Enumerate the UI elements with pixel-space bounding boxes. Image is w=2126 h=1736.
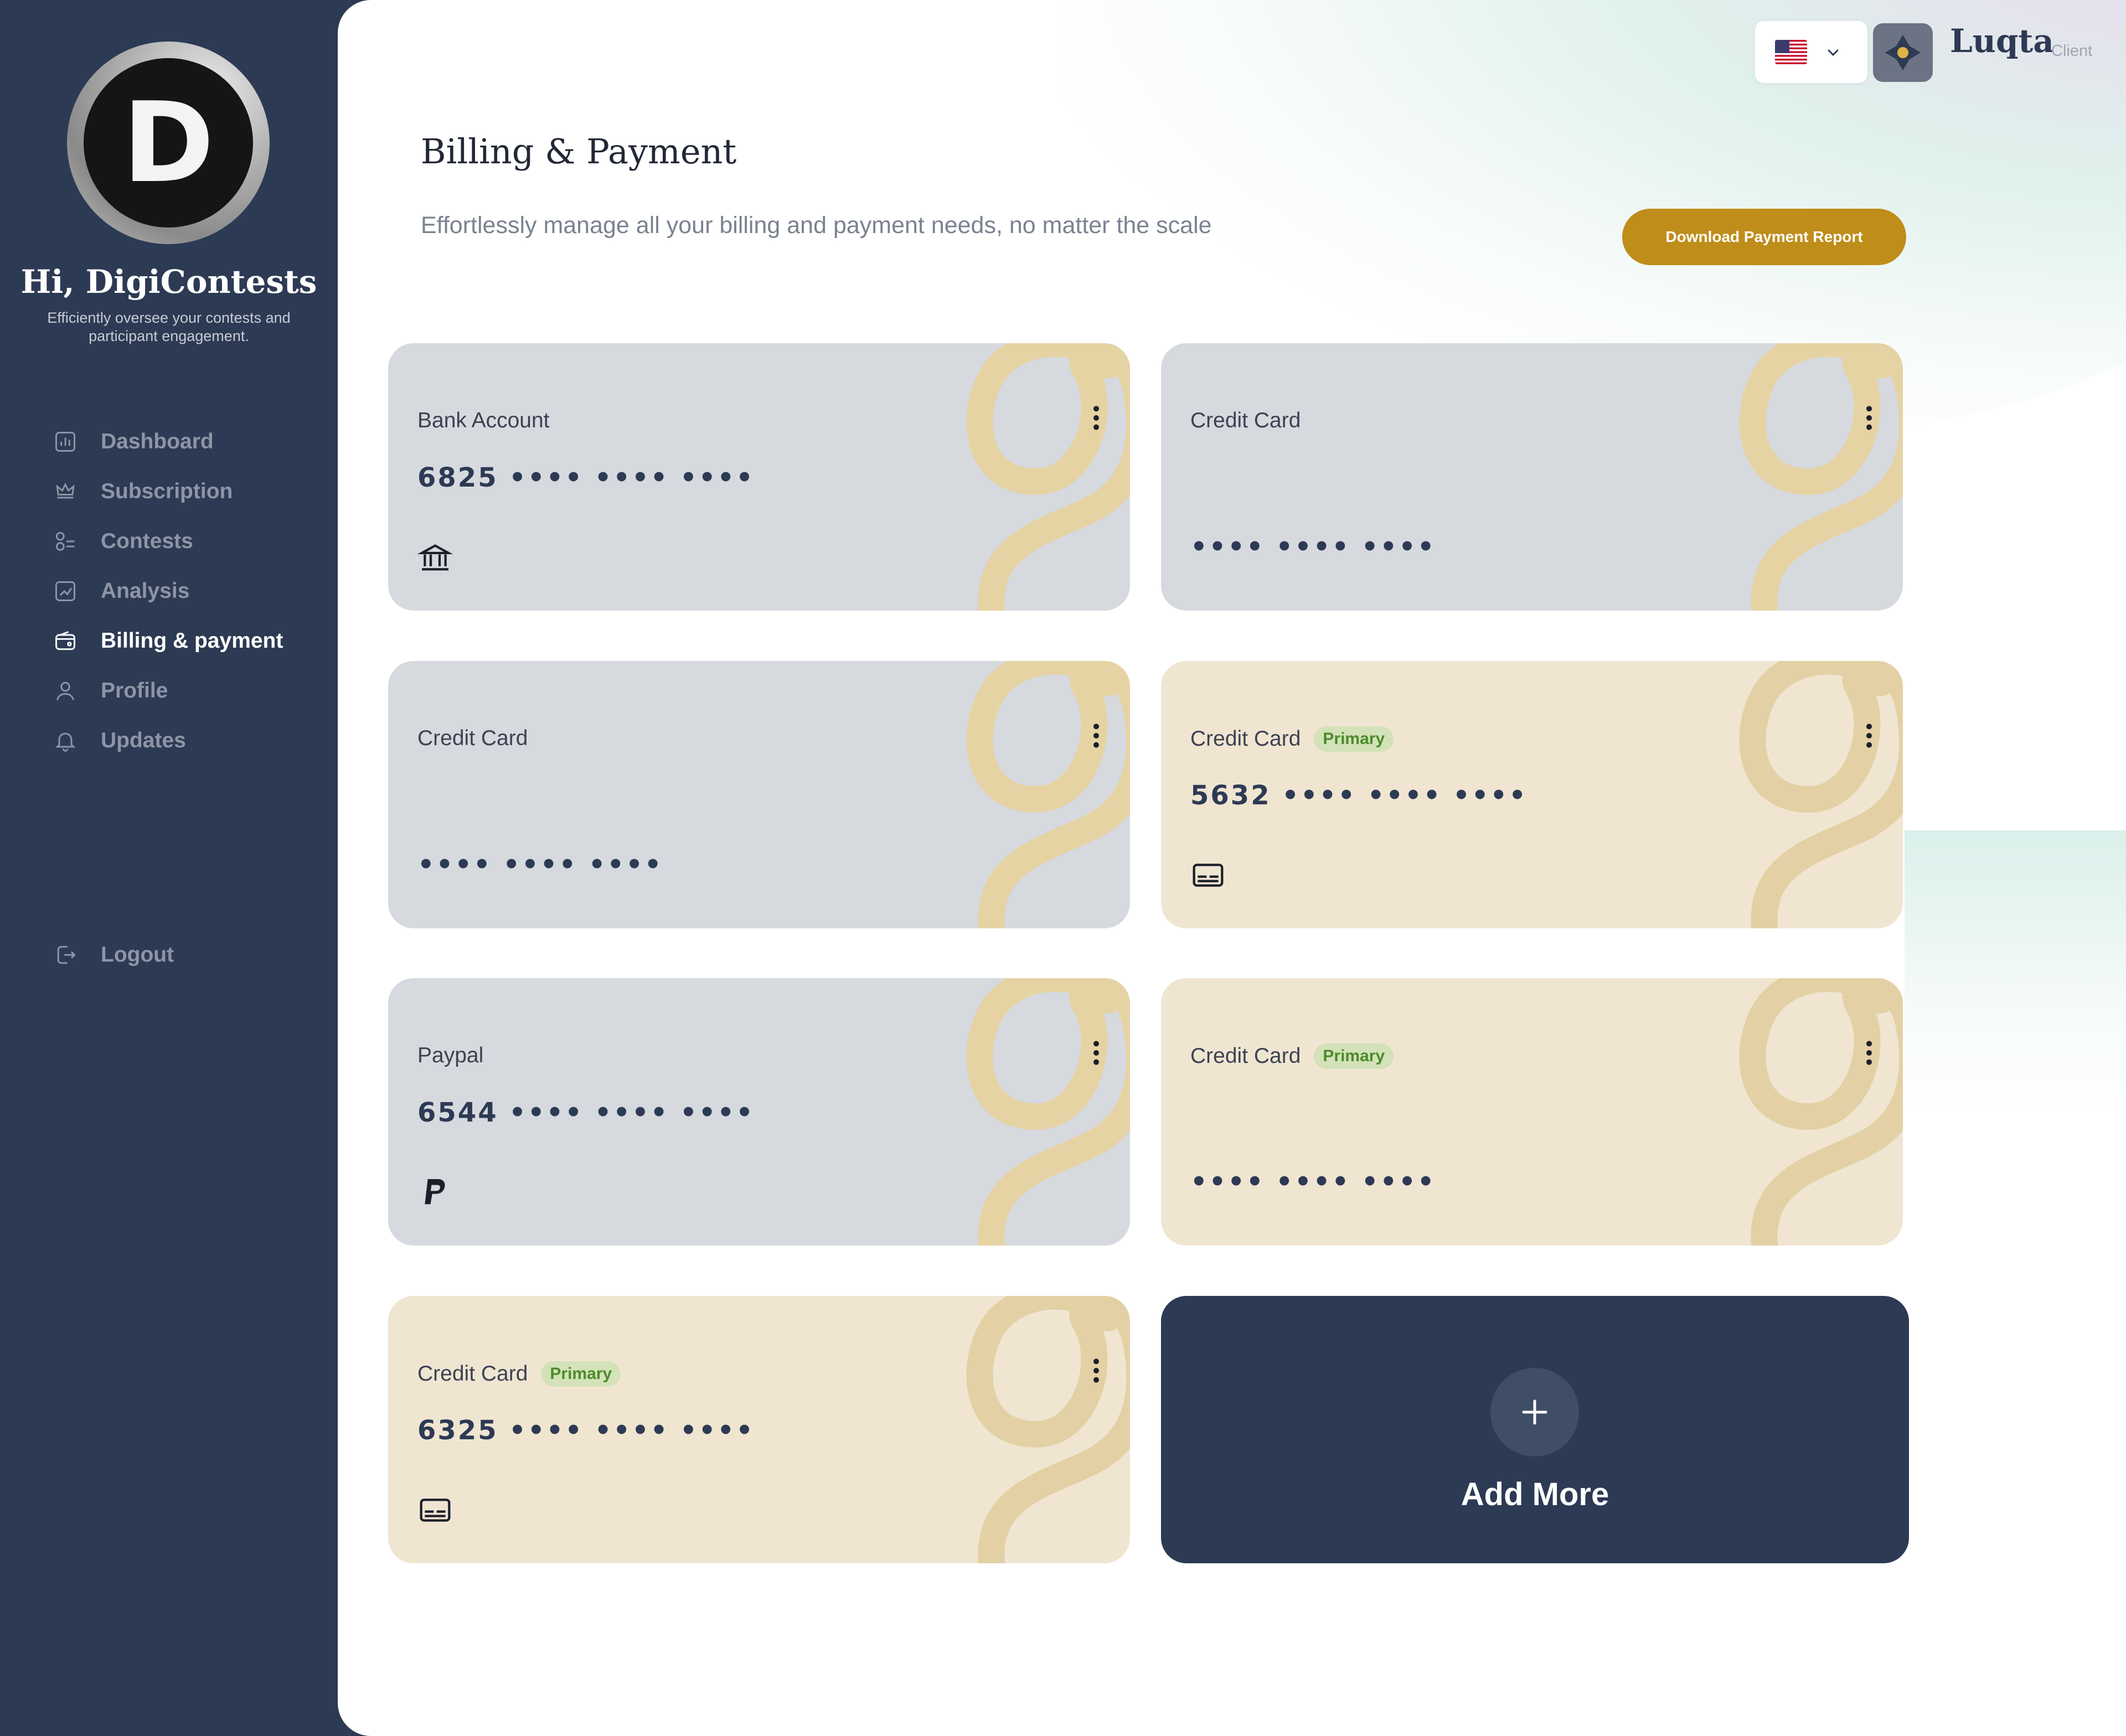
payment-card-credit-primary[interactable]: Credit Card Primary 5632 •••• •••• ••••: [1161, 661, 1903, 928]
avatar-letter: D: [84, 58, 253, 228]
card-decoration: [966, 978, 1130, 1246]
sidebar-item-contests[interactable]: Contests: [53, 516, 283, 566]
card-label: Credit Card: [417, 726, 528, 750]
logout-label: Logout: [101, 943, 174, 967]
crown-icon: [53, 479, 78, 504]
sidebar-item-label: Billing & payment: [101, 629, 283, 653]
greeting-subtitle: Efficiently oversee your contests and pa…: [47, 309, 291, 344]
background-gradient-lower: [1905, 830, 2126, 1118]
more-options-icon[interactable]: [1089, 1039, 1103, 1067]
paypal-icon: [425, 1179, 445, 1205]
more-options-icon[interactable]: [1089, 404, 1103, 432]
card-decoration: [1739, 343, 1903, 611]
sidebar: D Hi, DigiContests Efficiently oversee y…: [0, 0, 338, 1736]
card-number: •••• •••• ••••: [1190, 531, 1436, 562]
sidebar-item-label: Contests: [101, 529, 193, 553]
card-number: 6544 •••• •••• ••••: [417, 1097, 755, 1128]
card-decoration: [1739, 978, 1903, 1246]
payment-card-credit-primary[interactable]: Credit Card Primary 6325 •••• •••• ••••: [388, 1296, 1130, 1563]
sidebar-item-dashboard[interactable]: Dashboard: [53, 417, 283, 467]
card-decoration: [1739, 661, 1903, 928]
sidebar-item-label: Updates: [101, 728, 186, 752]
page-title: Billing & Payment: [421, 131, 737, 172]
card-icon: [420, 1499, 451, 1522]
card-number: 6325 •••• •••• ••••: [417, 1415, 755, 1446]
brand-logo-icon[interactable]: [1873, 23, 1933, 82]
bank-icon: [417, 544, 453, 571]
chart-icon: [53, 579, 78, 603]
card-number: •••• •••• ••••: [1190, 1166, 1436, 1197]
wallet-icon: [53, 629, 78, 653]
payment-card-credit-primary[interactable]: Credit Card Primary •••• •••• ••••: [1161, 978, 1903, 1246]
sidebar-item-label: Analysis: [101, 579, 190, 603]
card-label: Credit Card Primary: [417, 1361, 621, 1387]
add-payment-method-button[interactable]: Add More: [1161, 1296, 1909, 1563]
chevron-down-icon: [1828, 49, 1839, 56]
more-options-icon[interactable]: [1862, 1039, 1876, 1067]
payment-card-credit[interactable]: Credit Card •••• •••• ••••: [1161, 343, 1903, 611]
more-options-icon[interactable]: [1089, 722, 1103, 750]
card-decoration: [966, 1296, 1130, 1563]
primary-badge: Primary: [541, 1361, 621, 1387]
payment-card-paypal[interactable]: Paypal 6544 •••• •••• ••••: [388, 978, 1130, 1246]
card-label: Bank Account: [417, 409, 550, 432]
card-number: 5632 •••• •••• ••••: [1190, 780, 1528, 811]
card-decoration: [966, 661, 1130, 928]
contests-icon: [53, 529, 78, 554]
card-decoration: [966, 343, 1130, 611]
more-options-icon[interactable]: [1862, 722, 1876, 750]
primary-badge: Primary: [1314, 1043, 1394, 1069]
sidebar-item-subscription[interactable]: Subscription: [53, 467, 283, 516]
plus-icon: [1490, 1368, 1579, 1456]
logout-button[interactable]: Logout: [53, 930, 174, 980]
sidebar-item-label: Profile: [101, 679, 168, 702]
brand-role: Client: [2051, 42, 2093, 60]
download-report-button[interactable]: Download Payment Report: [1622, 209, 1906, 265]
card-icon: [1193, 864, 1224, 887]
language-select[interactable]: [1755, 21, 1867, 83]
greeting: Hi, DigiContests: [20, 263, 317, 301]
page-subtitle: Effortlessly manage all your billing and…: [421, 212, 1212, 239]
bell-icon: [53, 728, 78, 753]
card-label: Paypal: [417, 1043, 484, 1067]
main-content: Luqta Client Billing & Payment Effortles…: [338, 0, 2126, 1736]
card-number: 6825 •••• •••• ••••: [417, 462, 755, 493]
sidebar-item-analysis[interactable]: Analysis: [53, 566, 283, 616]
payment-card-credit[interactable]: Credit Card •••• •••• ••••: [388, 661, 1130, 928]
sidebar-item-profile[interactable]: Profile: [53, 666, 283, 716]
user-icon: [53, 679, 78, 703]
more-options-icon[interactable]: [1089, 1357, 1103, 1384]
sidebar-nav: Dashboard Subscription Contests Analysis…: [53, 417, 283, 766]
logout-icon: [53, 943, 78, 967]
payment-card-bank[interactable]: Bank Account 6825 •••• •••• ••••: [388, 343, 1130, 611]
add-more-label: Add More: [1461, 1476, 1609, 1512]
card-number: •••• •••• ••••: [417, 849, 663, 880]
us-flag-icon: [1775, 40, 1807, 64]
dashboard-icon: [53, 430, 78, 454]
card-label: Credit Card Primary: [1190, 726, 1394, 752]
brand-name: Luqta: [1950, 22, 2054, 60]
more-options-icon[interactable]: [1862, 404, 1876, 432]
sidebar-item-label: Dashboard: [101, 430, 214, 453]
sidebar-item-updates[interactable]: Updates: [53, 716, 283, 766]
sidebar-item-billing[interactable]: Billing & payment: [53, 616, 283, 666]
primary-badge: Primary: [1314, 726, 1394, 752]
sidebar-item-label: Subscription: [101, 479, 233, 503]
user-avatar[interactable]: D: [67, 42, 270, 244]
card-label: Credit Card: [1190, 409, 1301, 432]
card-label: Credit Card Primary: [1190, 1043, 1394, 1069]
